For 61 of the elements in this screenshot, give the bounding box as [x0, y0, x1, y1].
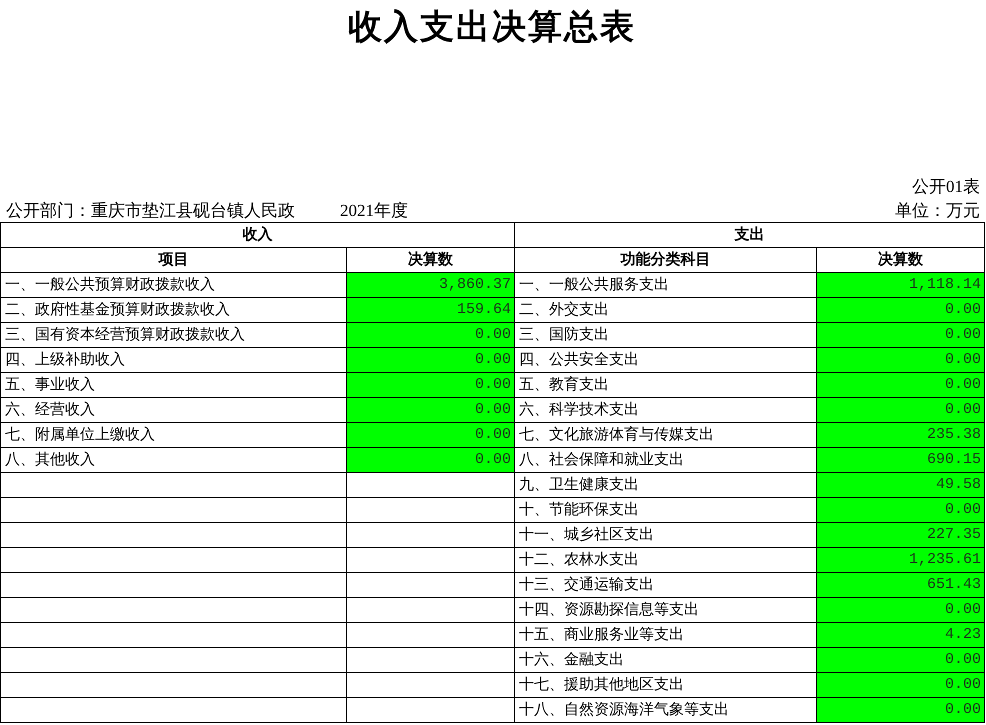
item-cell: 四、上级补助收入 — [1, 348, 347, 373]
item-cell: 十五、商业服务业等支出 — [515, 623, 817, 648]
amount-cell: 0.00 — [817, 373, 985, 398]
amount-cell: 3,860.37 — [347, 273, 515, 298]
amount-cell: 0.00 — [347, 323, 515, 348]
table-code: 公开01表 — [912, 176, 980, 198]
column-group-header: 收入 — [1, 223, 515, 248]
amount-cell: 0.00 — [817, 298, 985, 323]
amount-cell: 690.15 — [817, 448, 985, 473]
item-cell: 三、国防支出 — [515, 323, 817, 348]
column-header: 项目 — [1, 248, 347, 273]
amount-cell: 0.00 — [817, 498, 985, 523]
item-cell: 七、附属单位上缴收入 — [1, 423, 347, 448]
amount-cell: 0.00 — [817, 648, 985, 673]
department-label: 公开部门：重庆市垫江县砚台镇人民政 — [6, 200, 295, 222]
item-cell: 九、卫生健康支出 — [515, 473, 817, 498]
sheet-title: 收入支出决算总表 — [348, 8, 636, 48]
item-cell: 四、公共安全支出 — [515, 348, 817, 373]
amount-cell: 235.38 — [817, 423, 985, 448]
amount-cell: 0.00 — [347, 423, 515, 448]
item-cell: 五、事业收入 — [1, 373, 347, 398]
amount-cell: 0.00 — [347, 348, 515, 373]
item-cell: 十、节能环保支出 — [515, 498, 817, 523]
item-cell: 一、一般公共预算财政拨款收入 — [1, 273, 347, 298]
amount-cell: 1,235.61 — [817, 548, 985, 573]
item-cell: 二、政府性基金预算财政拨款收入 — [1, 298, 347, 323]
item-cell: 十二、农林水支出 — [515, 548, 817, 573]
amount-cell: 49.58 — [817, 473, 985, 498]
amount-cell: 651.43 — [817, 573, 985, 598]
amount-cell: 0.00 — [347, 373, 515, 398]
column-header: 功能分类科目 — [515, 248, 817, 273]
amount-cell: 0.00 — [817, 323, 985, 348]
amount-cell: 0.00 — [347, 398, 515, 423]
amount-cell: 0.00 — [817, 673, 985, 698]
item-cell: 十四、资源勘探信息等支出 — [515, 598, 817, 623]
amount-cell: 0.00 — [817, 698, 985, 723]
item-cell: 十三、交通运输支出 — [515, 573, 817, 598]
item-cell: 六、经营收入 — [1, 398, 347, 423]
amount-cell: 0.00 — [347, 448, 515, 473]
item-cell: 十七、援助其他地区支出 — [515, 673, 817, 698]
amount-cell: 227.35 — [817, 523, 985, 548]
item-cell: 十八、自然资源海洋气象等支出 — [515, 698, 817, 723]
amount-cell: 159.64 — [347, 298, 515, 323]
amount-cell: 4.23 — [817, 623, 985, 648]
fiscal-year: 2021年度 — [340, 200, 408, 222]
item-cell: 三、国有资本经营预算财政拨款收入 — [1, 323, 347, 348]
amount-cell: 0.00 — [817, 598, 985, 623]
item-cell: 七、文化旅游体育与传媒支出 — [515, 423, 817, 448]
item-cell: 六、科学技术支出 — [515, 398, 817, 423]
amount-cell: 1,118.14 — [817, 273, 985, 298]
item-cell: 十一、城乡社区支出 — [515, 523, 817, 548]
item-cell: 八、其他收入 — [1, 448, 347, 473]
column-group-header: 支出 — [515, 223, 985, 248]
item-cell: 二、外交支出 — [515, 298, 817, 323]
item-cell: 八、社会保障和就业支出 — [515, 448, 817, 473]
amount-cell: 0.00 — [817, 348, 985, 373]
amount-cell: 0.00 — [817, 398, 985, 423]
unit-label: 单位：万元 — [895, 200, 980, 222]
item-cell: 十六、金融支出 — [515, 648, 817, 673]
item-cell: 五、教育支出 — [515, 373, 817, 398]
item-cell: 一、一般公共服务支出 — [515, 273, 817, 298]
